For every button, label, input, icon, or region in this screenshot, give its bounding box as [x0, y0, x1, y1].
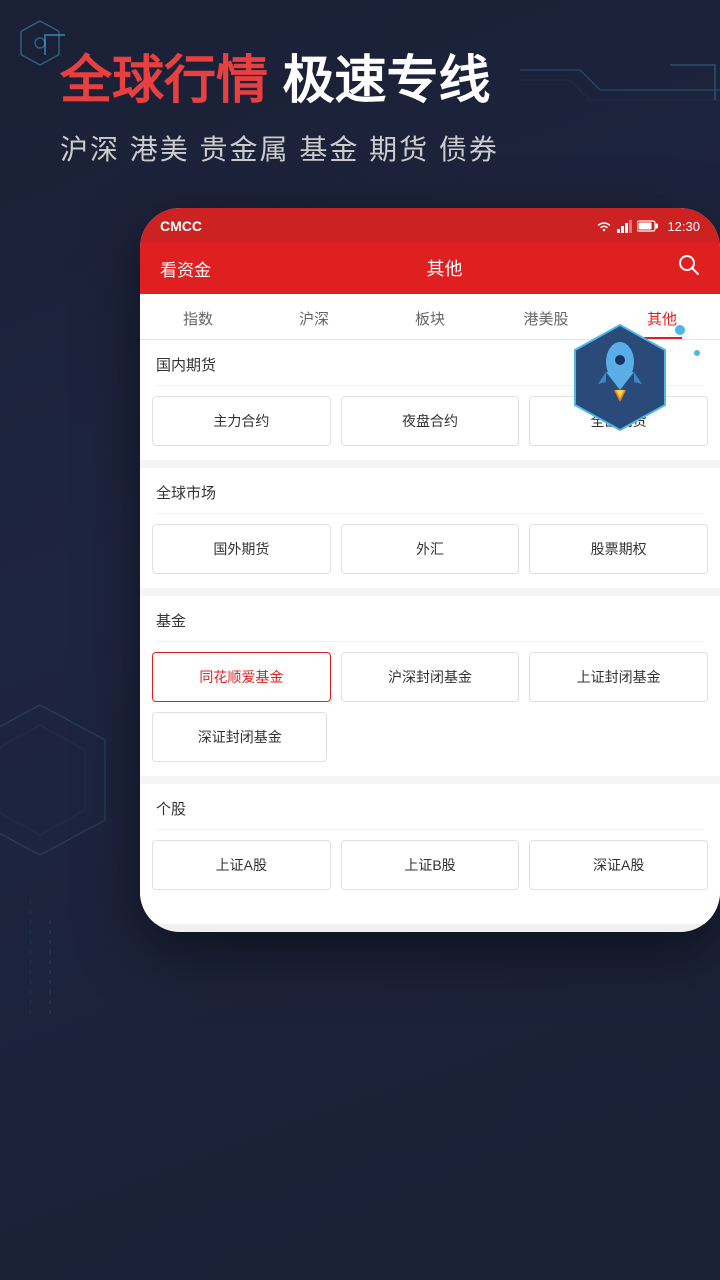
rocket-hexagon-icon	[570, 320, 670, 435]
btn-shanghai-b[interactable]: 上证B股	[341, 840, 520, 890]
status-bar: CMCC	[140, 208, 720, 242]
section-individual-stocks-title: 个股	[140, 784, 720, 829]
corner-tl-icon	[40, 30, 90, 80]
section-individual-stocks: 个股 上证A股 上证B股 深证A股	[140, 784, 720, 924]
carrier-text: CMCC	[160, 218, 202, 234]
battery-icon	[637, 220, 659, 232]
tab-index[interactable]: 指数	[140, 294, 256, 339]
btn-main-contract[interactable]: 主力合约	[152, 396, 331, 446]
individual-stocks-buttons: 上证A股 上证B股 深证A股	[140, 830, 720, 904]
status-icons: 12:30	[595, 219, 700, 234]
btn-foreign-futures[interactable]: 国外期货	[152, 524, 331, 574]
section-funds-title: 基金	[140, 596, 720, 641]
header-title: 全球行情 极速专线	[60, 50, 660, 112]
main-wrapper: 全球行情 极速专线 沪深 港美 贵金属 基金 期货 债券 CMCC	[0, 0, 720, 1280]
btn-night-contract[interactable]: 夜盘合约	[341, 396, 520, 446]
hex-left-icon	[0, 700, 110, 860]
title-highlight: 全球行情	[60, 52, 268, 110]
search-button[interactable]	[678, 254, 700, 282]
btn-tonghuashun-fund[interactable]: 同花顺爱基金	[152, 652, 331, 702]
rocket-dot1	[675, 325, 685, 335]
rocket-decoration	[570, 320, 670, 435]
tab-block[interactable]: 板块	[372, 294, 488, 339]
tab-hushen[interactable]: 沪深	[256, 294, 372, 339]
btn-stock-options[interactable]: 股票期权	[529, 524, 708, 574]
section-global-market: 全球市场 国外期货 外汇 股票期权	[140, 468, 720, 588]
header-subtitle: 沪深 港美 贵金属 基金 期货 债券	[60, 128, 660, 168]
app-header-left[interactable]: 看资金	[160, 256, 211, 281]
rocket-dot2	[694, 350, 700, 356]
global-market-buttons: 国外期货 外汇 股票期权	[140, 514, 720, 588]
title-rest: 极速专线	[268, 52, 490, 110]
btn-hushen-closed-fund[interactable]: 沪深封闭基金	[341, 652, 520, 702]
dots-decoration	[30, 900, 110, 1020]
btn-shanghai-a[interactable]: 上证A股	[152, 840, 331, 890]
section-funds: 基金 同花顺爱基金 沪深封闭基金 上证封闭基金 深证封闭基金	[140, 596, 720, 776]
time-display: 12:30	[667, 219, 700, 234]
btn-shanghai-closed-fund[interactable]: 上证封闭基金	[529, 652, 708, 702]
search-icon	[678, 254, 700, 276]
phone-mockup: CMCC	[140, 208, 720, 932]
header-banner: 全球行情 极速专线 沪深 港美 贵金属 基金 期货 债券	[0, 0, 720, 208]
app-header: 看资金 其他	[140, 242, 720, 294]
section-global-market-title: 全球市场	[140, 468, 720, 513]
signal-icon	[617, 219, 633, 233]
content-continuation	[140, 904, 720, 924]
app-header-center: 其他	[427, 255, 463, 281]
btn-forex[interactable]: 外汇	[341, 524, 520, 574]
btn-shenzhen-closed-fund[interactable]: 深证封闭基金	[152, 712, 327, 762]
funds-buttons: 同花顺爱基金 沪深封闭基金 上证封闭基金 深证封闭基金	[140, 642, 720, 776]
btn-shenzhen-a[interactable]: 深证A股	[529, 840, 708, 890]
wifi-icon	[595, 219, 613, 233]
